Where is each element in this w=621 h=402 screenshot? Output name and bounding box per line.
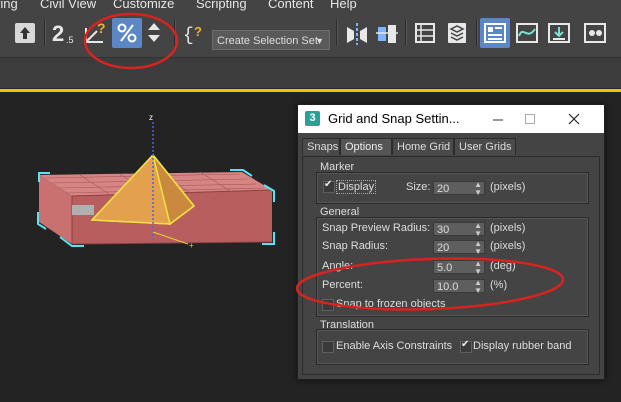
menu-item-content[interactable]: Content: [268, 0, 314, 11]
percent-spinner[interactable]: 10.0 ▲ ▼: [433, 278, 485, 295]
spinner-arrows-icon: ▲ ▼: [474, 259, 482, 276]
tab-user-grids[interactable]: User Grids: [454, 138, 516, 155]
minimize-button[interactable]: [488, 109, 508, 129]
percent-value: 10.0: [437, 281, 459, 293]
chevron-down-icon: ▼: [315, 36, 324, 46]
schematic-view-icon: [548, 23, 570, 43]
snap-radius-spinner[interactable]: 20 ▲ ▼: [433, 239, 485, 256]
maximize-icon: [525, 114, 535, 124]
mirror-icon: [347, 23, 367, 45]
secondary-toolbar-strip: [0, 58, 621, 89]
snap-radius-value: 20: [437, 242, 450, 254]
maximize-button[interactable]: [520, 109, 540, 129]
scene-explorer-button[interactable]: [442, 18, 472, 48]
display-label: Display: [336, 180, 377, 194]
display-checkbox[interactable]: [323, 179, 335, 193]
spinner-arrows-icon: ▲ ▼: [474, 239, 482, 256]
curve-editor-icon: [516, 23, 538, 43]
menu-item-scripting[interactable]: Scripting: [196, 0, 247, 11]
angle-spinner[interactable]: 5.0 ▲ ▼: [433, 259, 485, 276]
angle-snap-button[interactable]: ?: [80, 18, 110, 48]
dialog-title: Grid and Snap Settin...: [328, 111, 460, 126]
enable-axis-constraints-label: Enable Axis Constraints: [336, 340, 453, 352]
selection-set-dropdown[interactable]: Create Selection Set ▼: [212, 30, 330, 50]
percent-snap-button[interactable]: [112, 18, 142, 48]
mirror-button[interactable]: [342, 18, 372, 48]
curve-editor-button[interactable]: [512, 18, 542, 48]
main-toolbar: 2 .5 ? { ? Create Selection Set ▼: [0, 12, 621, 58]
align-button[interactable]: [372, 18, 402, 48]
dialog-titlebar[interactable]: 3 Grid and Snap Settin...: [298, 105, 604, 133]
size-value: 20: [437, 183, 450, 195]
layer-explorer-button[interactable]: [410, 18, 440, 48]
spinner-arrows-icon: ▲ ▼: [474, 278, 482, 295]
spinner-snap-button[interactable]: [144, 18, 164, 48]
percent-snap-icon: [117, 23, 137, 43]
size-label: Size:: [406, 181, 431, 193]
display-rubber-band-checkbox[interactable]: [460, 339, 472, 353]
spinner-arrows-icon: ▲ ▼: [474, 221, 482, 238]
menu-item-civil-view[interactable]: Civil View: [40, 0, 96, 11]
align-icon: [376, 25, 398, 43]
snaps-toggle-icon: 2 .5: [52, 21, 74, 46]
snap-preview-radius-value: 30: [437, 224, 450, 236]
spinner-arrows-icon: ▲ ▼: [474, 180, 482, 197]
close-button[interactable]: [564, 109, 584, 129]
snap-to-frozen-label: Snap to frozen objects: [336, 298, 446, 310]
enable-axis-constraints-checkbox[interactable]: [322, 341, 334, 353]
tab-snaps[interactable]: Snaps: [302, 138, 340, 155]
ribbon-button[interactable]: [480, 18, 510, 48]
close-icon: [568, 113, 580, 125]
options-panel: Marker Display Size: 20 ▲▼ (pixels) Gene…: [302, 156, 600, 375]
snap-preview-radius-label: Snap Preview Radius:: [322, 222, 431, 234]
size-unit: (pixels): [490, 181, 526, 193]
grid-and-snap-settings-dialog: 3 Grid and Snap Settin... Snaps Options …: [297, 104, 605, 380]
gizmo-axis-label: z: [149, 113, 153, 122]
layer-explorer-icon: [415, 23, 435, 43]
size-spinner[interactable]: 20 ▲ ▼: [433, 180, 485, 197]
minimize-icon: [493, 119, 503, 121]
svg-text:.5: .5: [66, 35, 74, 45]
angle-snap-icon: ?: [85, 20, 106, 43]
angle-unit: (deg): [490, 260, 516, 272]
menu-item-help[interactable]: Help: [330, 0, 357, 11]
material-editor-button[interactable]: [580, 18, 610, 48]
svg-text:?: ?: [194, 24, 202, 39]
menu-item-customize[interactable]: Customize: [113, 0, 174, 11]
select-object-button[interactable]: [10, 18, 40, 48]
snaps-toggle-button[interactable]: 2 .5: [48, 18, 78, 48]
snap-preview-radius-unit: (pixels): [490, 222, 526, 234]
percent-unit: (%): [490, 279, 508, 291]
tab-home-grid[interactable]: Home Grid: [392, 138, 454, 155]
material-editor-icon: [584, 23, 606, 43]
angle-value: 5.0: [437, 262, 453, 274]
selection-set-value: Create Selection Set: [217, 35, 318, 47]
snap-to-frozen-checkbox[interactable]: [322, 299, 334, 311]
snap-preview-radius-spinner[interactable]: 30 ▲ ▼: [433, 221, 485, 238]
svg-text:+: +: [189, 241, 194, 250]
snap-radius-unit: (pixels): [490, 240, 526, 252]
named-selection-button[interactable]: { ?: [180, 18, 208, 48]
named-selection-icon: { ?: [183, 24, 202, 46]
tab-options[interactable]: Options: [340, 138, 392, 155]
menu-bar: ring Civil View Customize Scripting Cont…: [0, 0, 621, 12]
percent-label: Percent:: [322, 279, 363, 291]
app-icon: 3: [305, 111, 320, 126]
select-object-icon: [15, 23, 35, 43]
schematic-view-button[interactable]: [544, 18, 574, 48]
svg-text:?: ?: [97, 20, 106, 36]
svg-text:{: {: [183, 26, 194, 46]
menu-item-rendering[interactable]: ring: [0, 0, 18, 11]
display-rubber-band-label: Display rubber band: [473, 340, 572, 352]
snap-radius-label: Snap Radius:: [322, 240, 389, 252]
spinner-snap-icon: [148, 23, 160, 42]
ribbon-icon: [484, 23, 506, 43]
svg-text:2: 2: [52, 21, 64, 46]
scene-explorer-icon: [448, 23, 466, 43]
angle-label: Angle:: [322, 260, 354, 272]
